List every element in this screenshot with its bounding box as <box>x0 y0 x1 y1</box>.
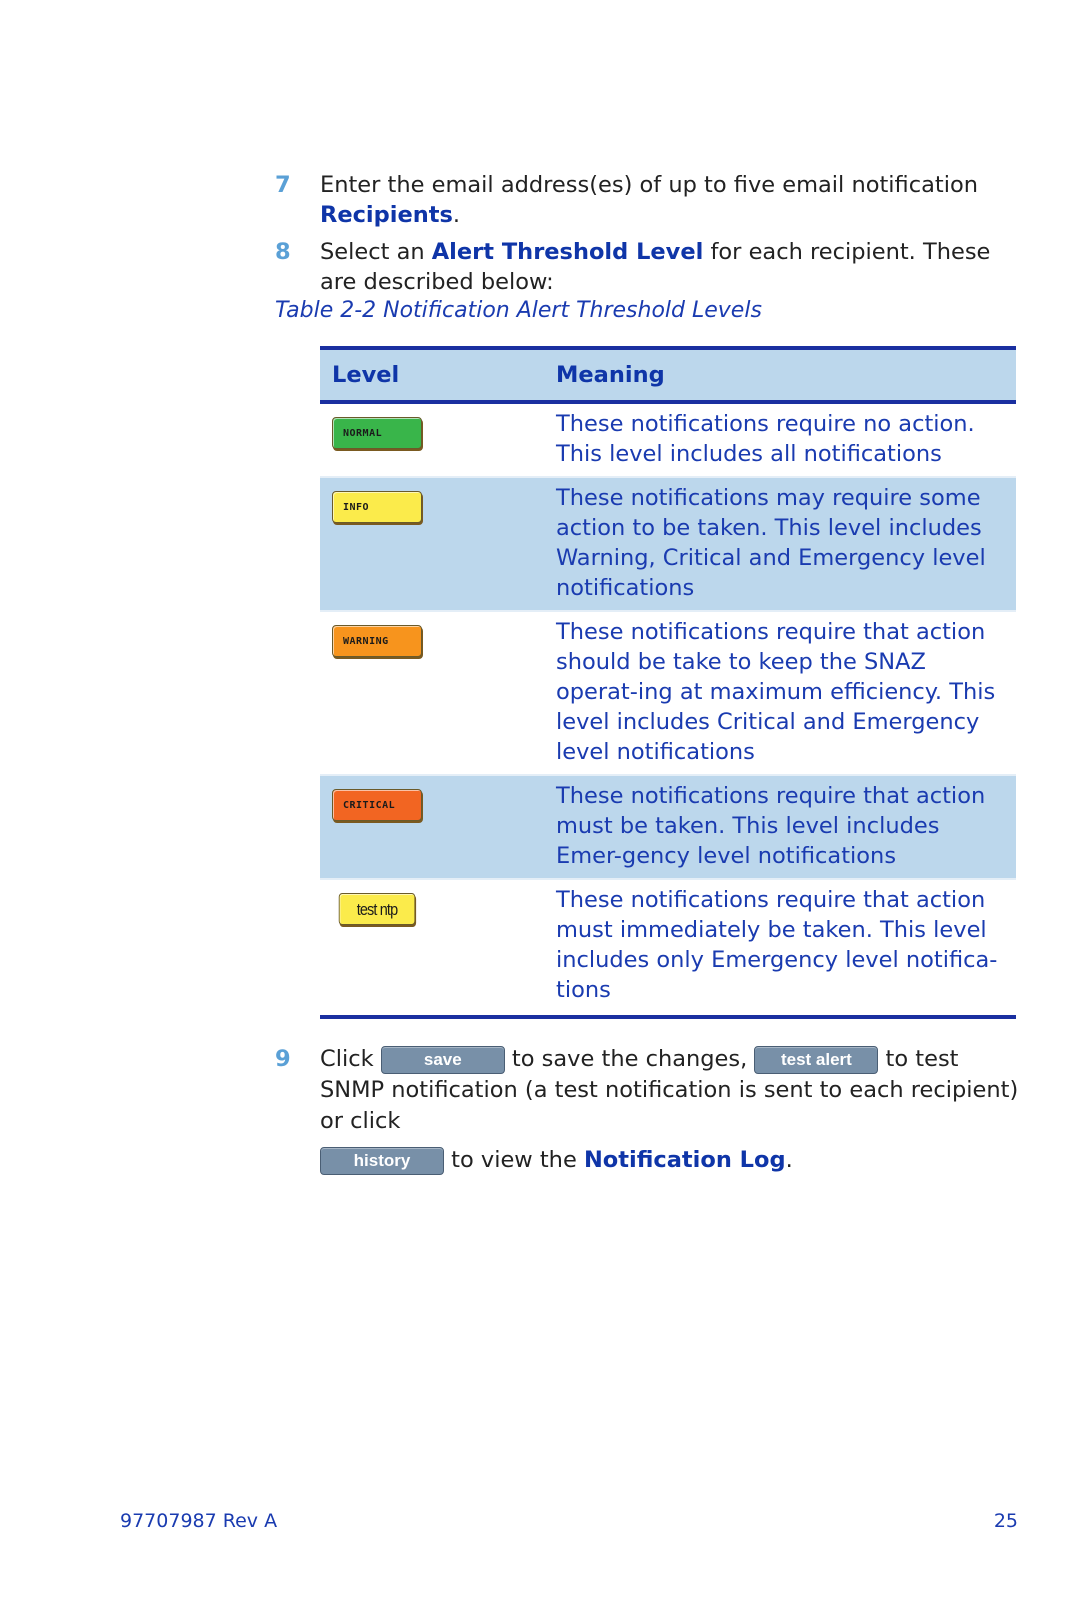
level-cell: WARNING <box>320 610 544 775</box>
level-cell: test ntp <box>320 878 544 1019</box>
meaning-cell: These notifications may require some act… <box>544 476 1016 611</box>
level-badge: CRITICAL <box>332 789 422 821</box>
level-cell: NORMAL <box>320 402 544 477</box>
meaning-cell: These notifications require that action … <box>544 610 1016 775</box>
level-cell: INFO <box>320 476 544 611</box>
meaning-cell: These notifications require no action. T… <box>556 411 975 467</box>
step-text: Click save to save the changes, test ale… <box>320 1045 1019 1175</box>
notification-log-link: Notification Log <box>583 1147 786 1173</box>
level-cell: CRITICAL <box>320 774 544 879</box>
step-text: Select an Alert Threshold Level for each… <box>320 239 991 295</box>
table-header-row: Level Meaning <box>320 346 1016 404</box>
level-badge: NORMAL <box>332 417 422 449</box>
table-row: test ntp These notifications require that… <box>320 878 1016 1019</box>
document-id: 97707987 Rev A <box>120 1510 278 1532</box>
step-number: 7 <box>275 172 291 198</box>
table-row: CRITICAL These notifications require that… <box>320 774 1016 879</box>
step-number: 9 <box>275 1046 291 1072</box>
save-button[interactable]: save <box>380 1045 505 1074</box>
step-text: Enter the email address(es) of up to fiv… <box>320 172 978 228</box>
recipients-link: Recipients <box>320 202 453 228</box>
alert-threshold-table: Level Meaning NORMAL These notifications … <box>320 346 1016 1019</box>
history-button[interactable]: history <box>320 1146 444 1175</box>
table-caption: Table 2-2 Notification Alert Threshold L… <box>275 298 762 323</box>
meaning-cell: These notifications require that action … <box>544 878 1016 1019</box>
table-row: NORMAL These notifications require no act… <box>320 402 1016 477</box>
table-row: INFO These notifications may require some… <box>320 476 1016 611</box>
meaning-cell: These notifications require that action … <box>544 774 1016 879</box>
step-number: 8 <box>275 239 291 265</box>
header-level: Level <box>320 346 544 404</box>
level-badge: WARNING <box>332 625 422 657</box>
test-alert-button[interactable]: test alert <box>754 1045 879 1074</box>
level-badge: INFO <box>332 491 422 523</box>
table-row: WARNING These notifications require that … <box>320 610 1016 775</box>
header-meaning: Meaning <box>544 346 1016 404</box>
page-number: 25 <box>993 1510 1018 1532</box>
alert-threshold-level-link: Alert Threshold Level <box>431 239 704 265</box>
level-badge: test ntp <box>338 893 416 925</box>
